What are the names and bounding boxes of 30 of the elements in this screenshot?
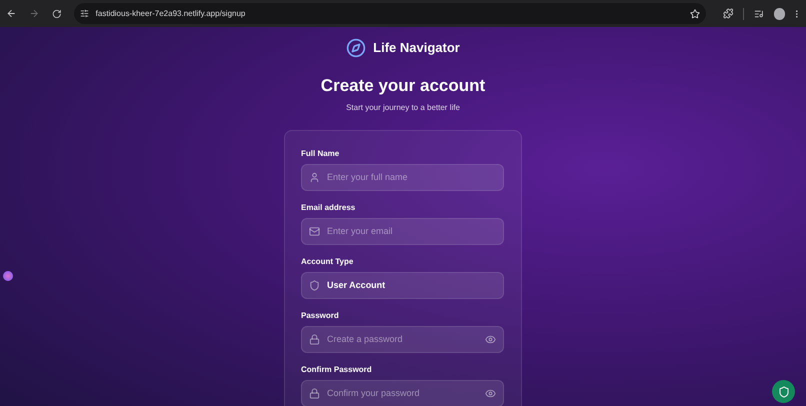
lock-icon xyxy=(309,334,320,345)
back-icon[interactable] xyxy=(6,8,17,19)
page-subtitle: Start your journey to a better life xyxy=(346,102,460,114)
lock-icon xyxy=(309,388,320,399)
field-label: Email address xyxy=(301,202,356,213)
brand-name: Life Navigator xyxy=(373,39,460,58)
field-label: Confirm Password xyxy=(301,364,373,375)
select-field[interactable]: User Account xyxy=(301,272,504,299)
profile-avatar[interactable] xyxy=(774,8,786,20)
compass-icon xyxy=(346,38,366,58)
text-field[interactable]: Enter your full name xyxy=(301,164,504,191)
site-info-icon[interactable] xyxy=(80,9,89,18)
field-label: Full Name xyxy=(301,148,340,159)
field-label: Password xyxy=(301,310,340,321)
eye-icon[interactable] xyxy=(485,334,496,345)
extensions-icon[interactable] xyxy=(722,8,734,19)
page-title: Create your account xyxy=(320,75,486,97)
text-field[interactable]: Enter your email xyxy=(301,218,504,245)
person-icon xyxy=(309,172,320,183)
field-label: Account Type xyxy=(301,256,354,267)
bookmark-star-icon[interactable] xyxy=(690,8,700,18)
eye-icon[interactable] xyxy=(485,388,496,399)
shield-icon xyxy=(309,280,320,291)
media-icon[interactable] xyxy=(754,8,764,18)
address-bar[interactable]: fastidious-kheer-7e2a93.netlify.app/signup xyxy=(74,3,706,24)
password-field[interactable]: Confirm your password xyxy=(301,380,504,406)
mail-icon xyxy=(309,226,320,237)
forward-icon[interactable] xyxy=(28,8,40,19)
password-field[interactable]: Create a password xyxy=(301,326,504,353)
reload-icon[interactable] xyxy=(52,8,62,18)
